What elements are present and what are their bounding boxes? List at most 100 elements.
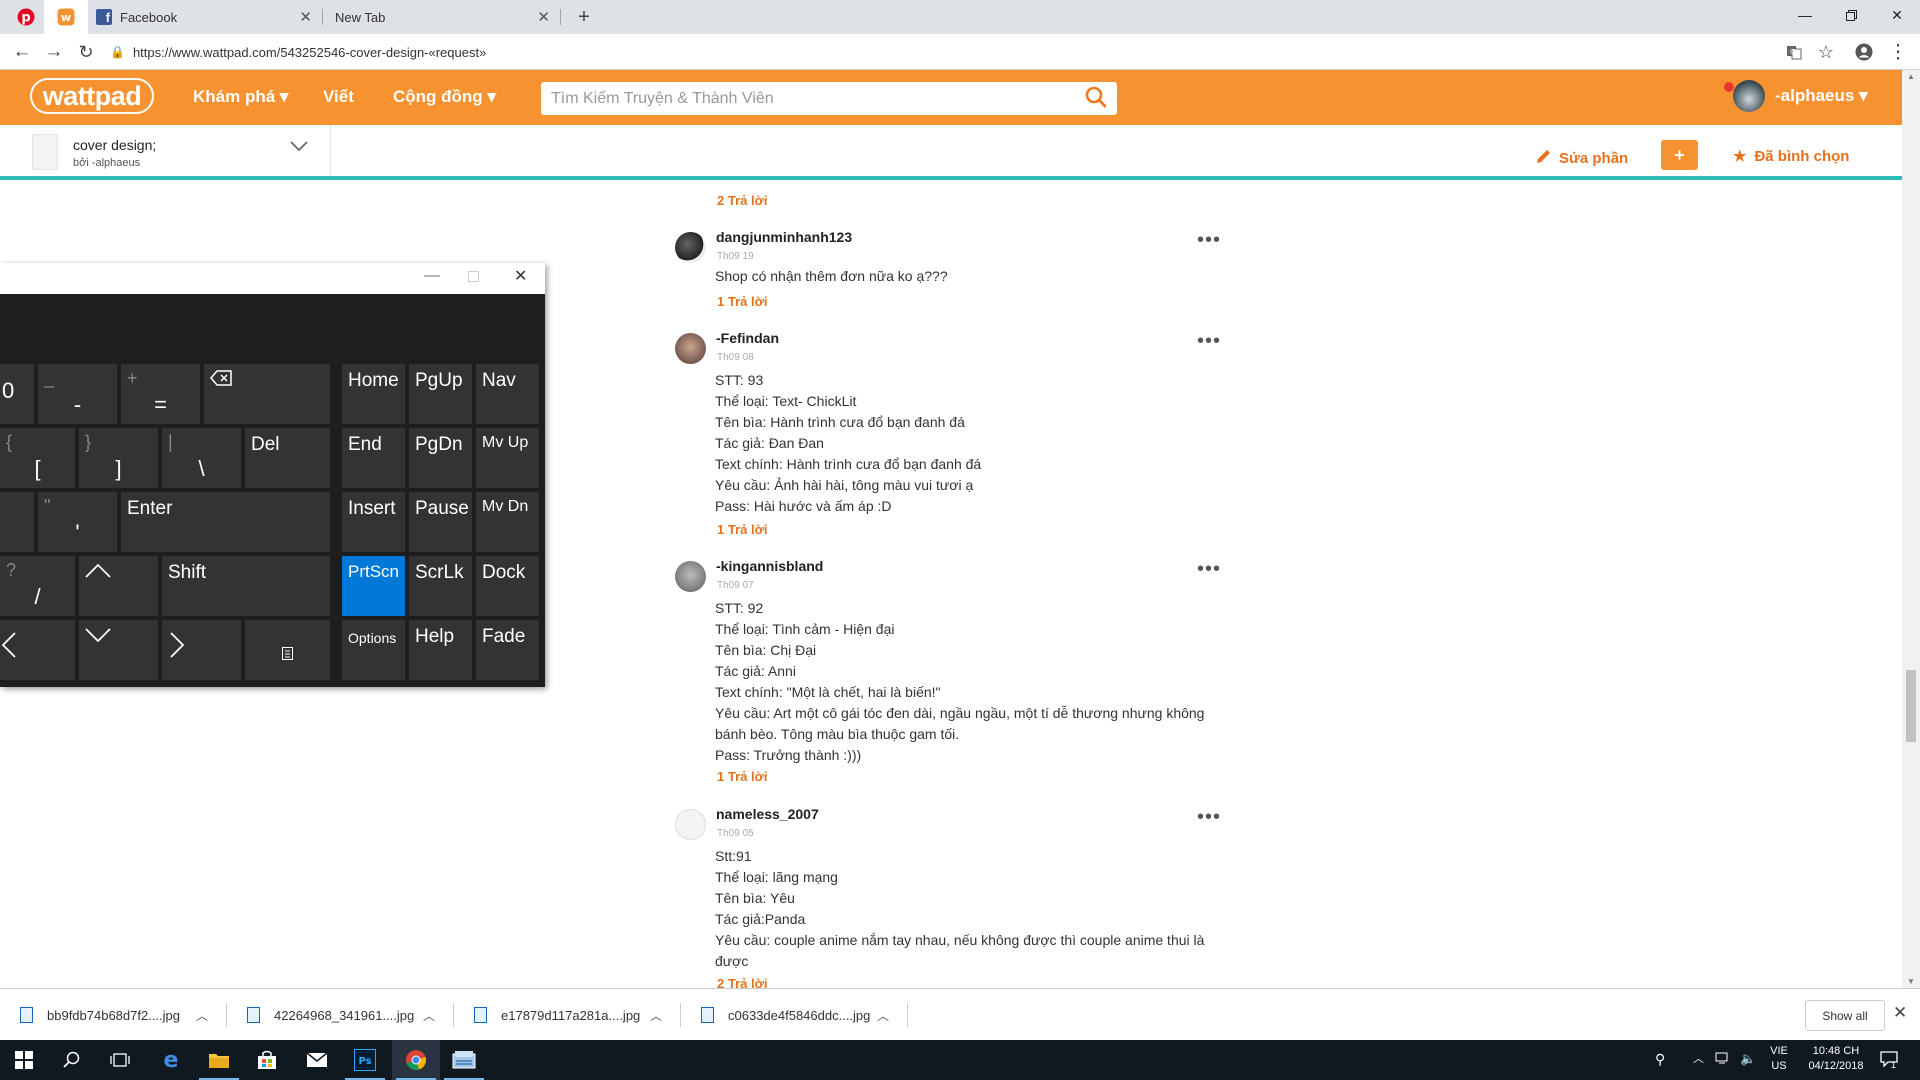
key-slash[interactable]: ? /	[0, 556, 75, 616]
comment-username[interactable]: -kingannisbland	[716, 558, 823, 574]
chrome-icon[interactable]	[392, 1040, 440, 1080]
add-to-list-button[interactable]: +	[1661, 140, 1698, 170]
network-icon[interactable]	[1715, 1051, 1731, 1070]
key-bracket-left[interactable]: {[	[0, 428, 75, 488]
edit-part-button[interactable]: Sửa phần	[1536, 149, 1628, 168]
key-bracket-right[interactable]: }]	[79, 428, 158, 488]
comment-username[interactable]: nameless_2007	[716, 806, 819, 822]
scroll-down-arrow-icon[interactable]: ▼	[1907, 977, 1915, 986]
close-download-shelf-icon[interactable]: ✕	[1893, 1003, 1907, 1023]
key-0[interactable]: 0	[0, 364, 34, 424]
tab-close-icon[interactable]: ✕	[537, 8, 550, 26]
search-icon[interactable]	[1085, 86, 1107, 113]
avatar[interactable]	[675, 333, 706, 364]
input-language[interactable]: VIE US	[1766, 1044, 1792, 1074]
nav-community[interactable]: Cộng đồng ▾	[393, 87, 496, 107]
wattpad-pinned-tab[interactable]: w	[44, 0, 88, 34]
search-icon[interactable]	[48, 1040, 96, 1080]
file-explorer-icon[interactable]	[195, 1040, 243, 1080]
chevron-up-icon[interactable]: ︿	[196, 1007, 208, 1024]
profile-icon[interactable]	[1850, 38, 1878, 66]
edge-browser-icon[interactable]: e	[147, 1040, 195, 1080]
key-pgup[interactable]: PgUp	[409, 364, 472, 424]
key-equals[interactable]: + =	[121, 364, 200, 424]
key-prtscn[interactable]: PrtScn	[342, 556, 405, 616]
key-mv-up[interactable]: Mv Up	[476, 428, 539, 488]
key-minus[interactable]: _ -	[38, 364, 117, 424]
key-arrow-down[interactable]	[79, 620, 158, 680]
download-item[interactable]: 42264968_341961....jpg ︿	[227, 989, 453, 1041]
tab-facebook[interactable]: f Facebook ✕	[84, 0, 322, 34]
osk-minimize-icon[interactable]: —	[424, 267, 440, 285]
window-restore-icon[interactable]	[1828, 0, 1874, 30]
on-screen-keyboard-taskbar-icon[interactable]	[440, 1040, 488, 1080]
key-nav[interactable]: Nav	[476, 364, 539, 424]
more-options-icon[interactable]: •••	[1197, 559, 1221, 579]
nav-write[interactable]: Viết	[323, 87, 354, 107]
nav-discover[interactable]: Khám phá ▾	[193, 87, 288, 107]
bookmark-star-icon[interactable]: ☆	[1812, 38, 1840, 66]
tray-chevron-up-icon[interactable]: ︿	[1693, 1052, 1704, 1067]
download-item[interactable]: bb9fdb74b68d7f2....jpg ︿	[0, 989, 226, 1041]
chevron-up-icon[interactable]: ︿	[650, 1007, 662, 1024]
windows-start-icon[interactable]	[0, 1040, 48, 1080]
story-title[interactable]: cover design;	[73, 137, 156, 153]
key-fade[interactable]: Fade	[476, 620, 539, 680]
clock[interactable]: 10:48 CH 04/12/2018	[1800, 1044, 1872, 1074]
comment-username[interactable]: dangjunminhanh123	[716, 229, 852, 245]
volume-icon[interactable]: 🔈	[1740, 1051, 1756, 1066]
tab-new-tab[interactable]: New Tab ✕	[323, 0, 560, 34]
reply-count-link[interactable]: 1 Trả lời	[717, 294, 767, 309]
osk-title-bar[interactable]: — ✕	[0, 263, 545, 294]
comment-username[interactable]: -Fefindan	[716, 330, 779, 346]
store-icon[interactable]	[243, 1040, 291, 1080]
key-mv-dn[interactable]: Mv Dn	[476, 492, 539, 552]
new-tab-plus-icon[interactable]: +	[570, 3, 598, 31]
user-menu[interactable]: -alphaeus ▾	[1733, 80, 1868, 112]
chevron-up-icon[interactable]: ︿	[877, 1007, 889, 1024]
key-arrow-up[interactable]	[79, 556, 158, 616]
key-help[interactable]: Help	[409, 620, 472, 680]
search-input[interactable]: Tìm Kiếm Truyện & Thành Viên	[541, 82, 1117, 115]
forward-arrow-icon[interactable]: →	[40, 38, 68, 66]
window-close-icon[interactable]: ✕	[1874, 0, 1920, 30]
key-pause[interactable]: Pause	[409, 492, 472, 552]
avatar[interactable]	[675, 561, 706, 592]
key-backspace[interactable]	[204, 364, 330, 424]
story-cover-thumbnail[interactable]	[32, 134, 58, 170]
reply-count-link[interactable]: 1 Trả lời	[717, 769, 767, 784]
page-scrollbar[interactable]: ▲ ▼	[1902, 70, 1920, 988]
more-options-icon[interactable]: •••	[1197, 807, 1221, 827]
translate-icon[interactable]: G	[1780, 38, 1808, 66]
key-insert[interactable]: Insert	[342, 492, 405, 552]
more-options-icon[interactable]: •••	[1197, 331, 1221, 351]
key-enter[interactable]: Enter	[121, 492, 330, 552]
osk-maximize-icon[interactable]	[468, 269, 479, 287]
key-semicolon[interactable]	[0, 492, 34, 552]
reload-icon[interactable]: ↻	[72, 38, 100, 66]
key-home[interactable]: Home	[342, 364, 405, 424]
key-arrow-left[interactable]	[0, 620, 75, 680]
download-item[interactable]: e17879d117a281a....jpg ︿	[454, 989, 680, 1041]
wattpad-logo[interactable]: wattpad	[30, 78, 154, 114]
download-item[interactable]: c0633de4f5846ddc....jpg ︿	[681, 989, 907, 1041]
key-pgdn[interactable]: PgDn	[409, 428, 472, 488]
key-arrow-right[interactable]	[162, 620, 241, 680]
osk-close-icon[interactable]: ✕	[514, 266, 527, 286]
key-scrlk[interactable]: ScrLk	[409, 556, 472, 616]
scrollbar-thumb[interactable]	[1906, 670, 1916, 742]
key-apostrophe[interactable]: " '	[38, 492, 117, 552]
key-backslash[interactable]: | \	[162, 428, 241, 488]
chevron-up-icon[interactable]: ︿	[423, 1007, 435, 1024]
vote-button[interactable]: ★ Đã bình chọn	[1733, 147, 1849, 166]
avatar[interactable]	[675, 809, 706, 840]
key-end[interactable]: End	[342, 428, 405, 488]
key-options[interactable]: Options	[342, 620, 405, 680]
chevron-down-icon[interactable]	[290, 139, 308, 157]
chrome-menu-icon[interactable]: ⋮	[1884, 38, 1912, 66]
action-center-icon[interactable]: 1	[1880, 1051, 1898, 1072]
people-icon[interactable]: ⚲	[1655, 1052, 1665, 1067]
address-bar[interactable]: 🔒 https://www.wattpad.com/543252546-cove…	[110, 37, 1790, 67]
photoshop-icon[interactable]: Ps	[341, 1040, 389, 1080]
back-arrow-icon[interactable]: ←	[8, 38, 36, 66]
